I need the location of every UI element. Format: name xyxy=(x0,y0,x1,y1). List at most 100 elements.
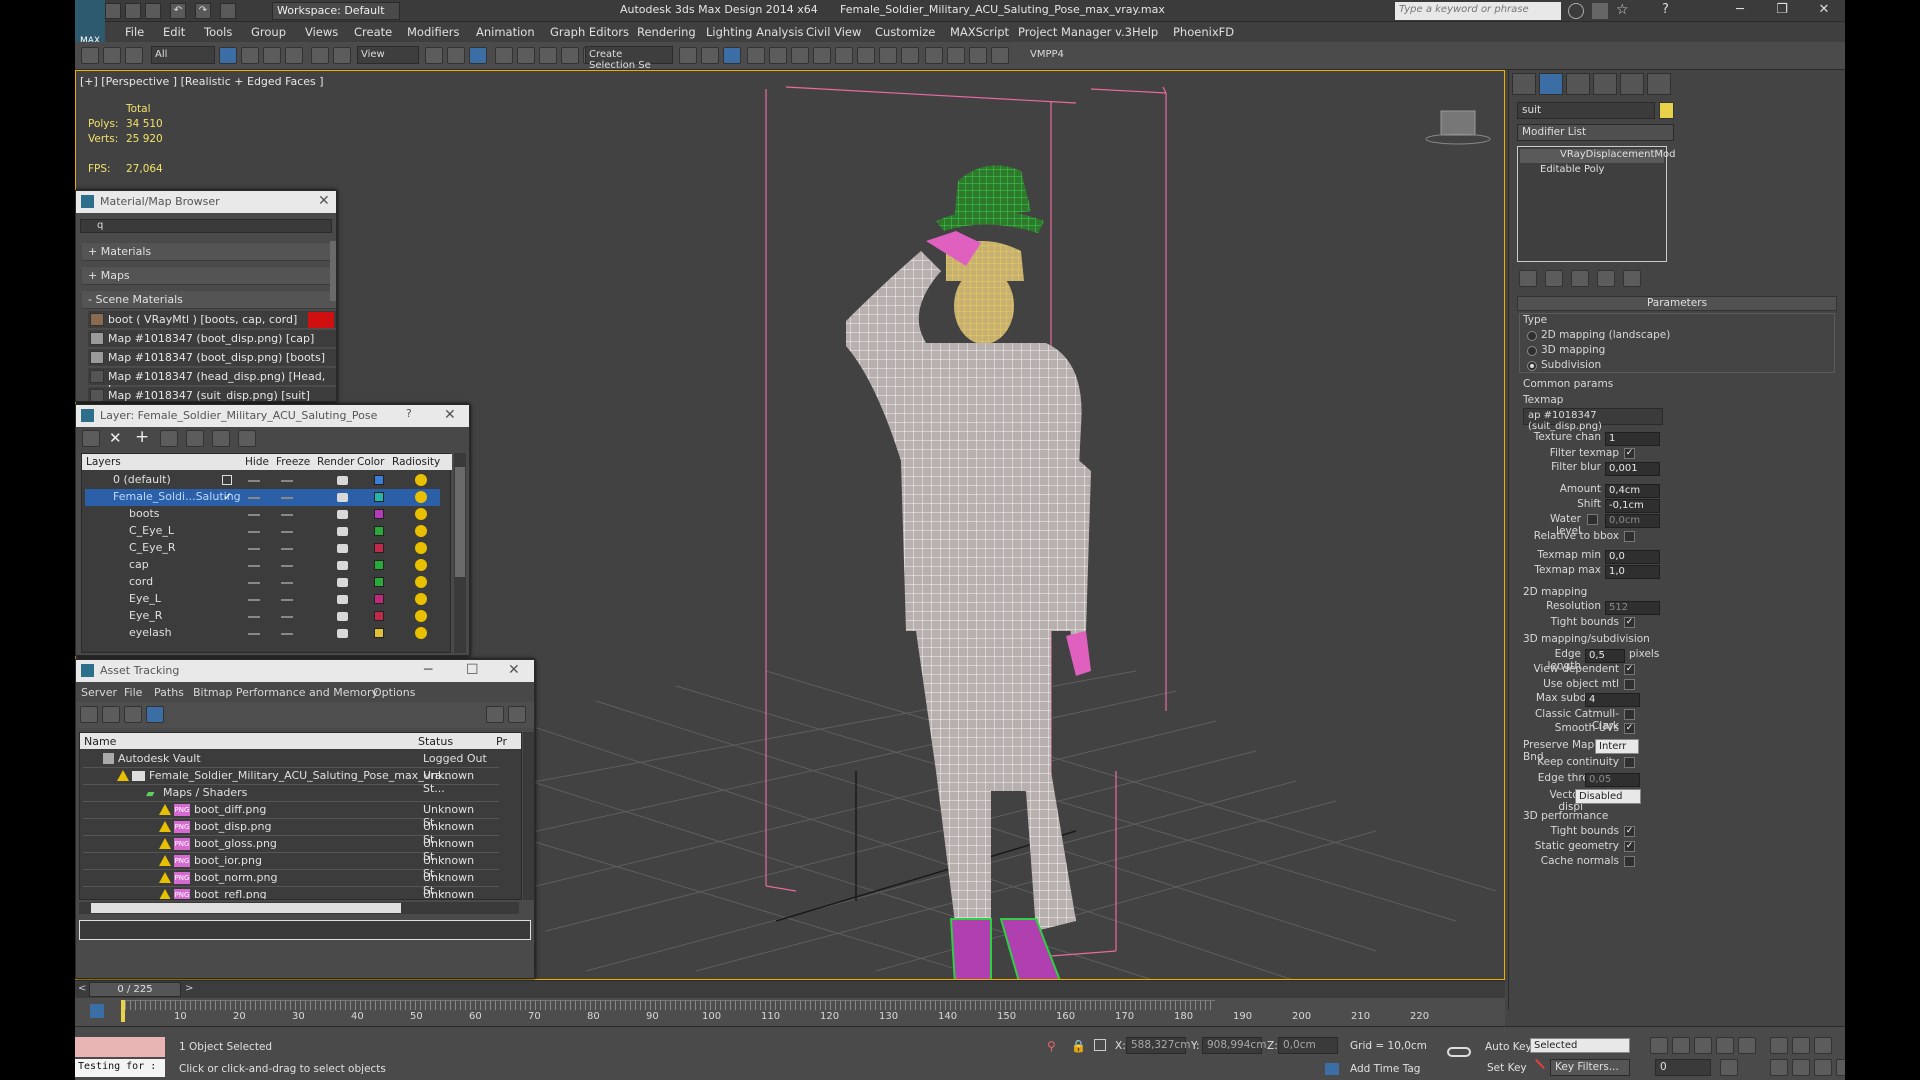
menu-tools[interactable]: Tools xyxy=(204,25,232,39)
layer-row[interactable]: C_Eye_L xyxy=(85,523,440,540)
radiosity-bulb-icon[interactable] xyxy=(415,627,427,639)
vray-fur-icon[interactable] xyxy=(991,47,1009,64)
close-window-button[interactable]: ✕ xyxy=(1804,0,1844,22)
app-logo[interactable]: MAX xyxy=(75,0,105,48)
keyboard-shortcut-override-icon[interactable] xyxy=(469,47,487,64)
current-layer-check-icon[interactable]: ✓ xyxy=(223,490,232,503)
menu-rendering[interactable]: Rendering xyxy=(637,25,696,39)
radiosity-bulb-icon[interactable] xyxy=(415,593,427,605)
keep-continuity-checkbox[interactable] xyxy=(1624,757,1635,768)
layer-row[interactable]: cap xyxy=(85,557,440,574)
scrollbar-thumb[interactable] xyxy=(91,903,401,913)
selection-lock-icon[interactable]: 🔒 xyxy=(1071,1039,1086,1053)
group-maps[interactable]: + Maps xyxy=(82,267,336,285)
frame-counter[interactable]: 0 / 225 xyxy=(89,982,181,997)
add-time-tag-button[interactable]: Add Time Tag xyxy=(1350,1063,1420,1075)
layer-color-swatch[interactable] xyxy=(374,509,384,519)
material-item[interactable]: boot ( VRayMtl ) [boots, cap, cord] xyxy=(88,311,336,329)
material-browser-title-bar[interactable]: Material/Map Browser ✕ xyxy=(76,191,336,213)
mirror-icon[interactable] xyxy=(679,47,697,64)
hide-toggle[interactable] xyxy=(248,565,260,567)
radio-2d-mapping[interactable] xyxy=(1527,331,1537,341)
use-object-mtl-checkbox[interactable] xyxy=(1624,679,1635,690)
stack-item-editable-poly[interactable]: Editable Poly xyxy=(1520,164,1664,178)
vray-toolbar-icon[interactable] xyxy=(925,47,943,64)
create-layer-icon[interactable] xyxy=(82,430,100,447)
tight-bounds-2d-checkbox[interactable]: ✓ xyxy=(1624,617,1635,628)
options-icon[interactable] xyxy=(508,706,526,723)
menu-group[interactable]: Group xyxy=(251,25,286,39)
col-freeze[interactable]: Freeze xyxy=(276,456,310,468)
hide-toggle[interactable] xyxy=(248,531,260,533)
close-icon[interactable]: ✕ xyxy=(318,193,330,209)
orbit-icon[interactable] xyxy=(1814,1059,1832,1076)
list-view-icon[interactable] xyxy=(102,706,120,723)
freeze-toggle[interactable] xyxy=(281,497,293,499)
search-icon[interactable] xyxy=(1568,3,1584,19)
parameters-rollout[interactable]: Parameters xyxy=(1517,296,1837,311)
minimize-panel-button[interactable]: ─ xyxy=(424,662,432,678)
help-icon[interactable]: ? xyxy=(1662,2,1669,17)
smooth-uvs-checkbox[interactable]: ✓ xyxy=(1624,723,1635,734)
make-unique-icon[interactable] xyxy=(1571,270,1589,287)
material-item[interactable]: Map #1018347 (head_disp.png) [Head, L... xyxy=(88,368,336,396)
goto-start-icon[interactable] xyxy=(1650,1037,1668,1054)
filter-blur-spinner[interactable]: 0,001 xyxy=(1605,462,1660,476)
render-toggle-icon[interactable] xyxy=(337,510,348,519)
object-name-field[interactable]: suit xyxy=(1517,102,1655,119)
absolute-mode-icon[interactable] xyxy=(1094,1039,1106,1051)
modify-tab-icon[interactable] xyxy=(1539,73,1563,95)
radiosity-bulb-icon[interactable] xyxy=(415,474,427,486)
amount-spinner[interactable]: 0,4cm xyxy=(1605,484,1660,498)
rectangular-selection-icon[interactable] xyxy=(263,47,281,64)
select-move-icon[interactable] xyxy=(311,47,329,64)
rendered-frame-window-icon[interactable] xyxy=(879,47,897,64)
help-question-icon[interactable] xyxy=(486,706,504,723)
window-crossing-icon[interactable] xyxy=(285,47,303,64)
hide-toggle[interactable] xyxy=(248,616,260,618)
render-toggle-icon[interactable] xyxy=(337,595,348,604)
redo-icon[interactable]: ↷ xyxy=(195,3,211,19)
new-file-icon[interactable] xyxy=(105,3,121,19)
key-mode-toggle-icon[interactable] xyxy=(1720,1059,1738,1076)
graphite-ribbon-icon[interactable] xyxy=(769,47,787,64)
layer-manager-icon[interactable] xyxy=(747,47,765,64)
refresh-icon[interactable] xyxy=(80,706,98,723)
hide-toggle[interactable] xyxy=(248,514,260,516)
asset-row[interactable]: PNG boot_ior.png Unknown St... xyxy=(83,853,499,880)
undo-icon[interactable]: ↶ xyxy=(170,3,186,19)
y-coordinate-field[interactable]: 908,994cm xyxy=(1202,1037,1266,1054)
zoom-all-icon[interactable] xyxy=(1792,1037,1810,1054)
time-tag-icon[interactable] xyxy=(1325,1063,1339,1075)
favorites-star-icon[interactable]: ☆ xyxy=(1616,2,1629,18)
open-file-icon[interactable] xyxy=(125,3,141,19)
key-filters-button[interactable]: Key Filters... xyxy=(1550,1059,1630,1076)
menu-lighting-analysis[interactable]: Lighting Analysis xyxy=(706,25,804,39)
render-toggle-icon[interactable] xyxy=(337,629,348,638)
render-toggle-icon[interactable] xyxy=(337,612,348,621)
pin-stack-icon[interactable] xyxy=(1519,270,1537,287)
static-geometry-checkbox[interactable]: ✓ xyxy=(1624,841,1635,852)
hide-toggle[interactable] xyxy=(248,582,260,584)
unlink-icon[interactable] xyxy=(103,47,121,64)
hide-toggle[interactable] xyxy=(248,497,260,499)
freeze-toggle[interactable] xyxy=(281,582,293,584)
set-key-button[interactable]: Set Key xyxy=(1487,1062,1527,1074)
resolution-spinner[interactable]: 512 xyxy=(1605,601,1660,615)
asset-menu-file[interactable]: File xyxy=(124,686,142,699)
save-file-icon[interactable] xyxy=(145,3,161,19)
layer-row[interactable]: 0 (default) xyxy=(85,472,440,489)
layer-color-swatch[interactable] xyxy=(374,526,384,536)
selection-filter-dropdown[interactable]: All xyxy=(151,46,215,64)
hide-unhide-all-icon[interactable] xyxy=(212,430,230,447)
asset-row[interactable]: PNG boot_refl.png Unknown St... xyxy=(83,887,499,899)
freeze-toggle[interactable] xyxy=(281,514,293,516)
col-status[interactable]: Status xyxy=(418,735,453,748)
maxscript-listener-input[interactable]: Testing for : xyxy=(75,1059,165,1077)
radiosity-bulb-icon[interactable] xyxy=(415,491,427,503)
align-icon[interactable] xyxy=(701,47,719,64)
goto-end-icon[interactable] xyxy=(1738,1037,1756,1054)
texmap-min-spinner[interactable]: 0,0 xyxy=(1605,550,1660,564)
freeze-toggle[interactable] xyxy=(281,616,293,618)
select-object-icon[interactable] xyxy=(219,47,237,64)
